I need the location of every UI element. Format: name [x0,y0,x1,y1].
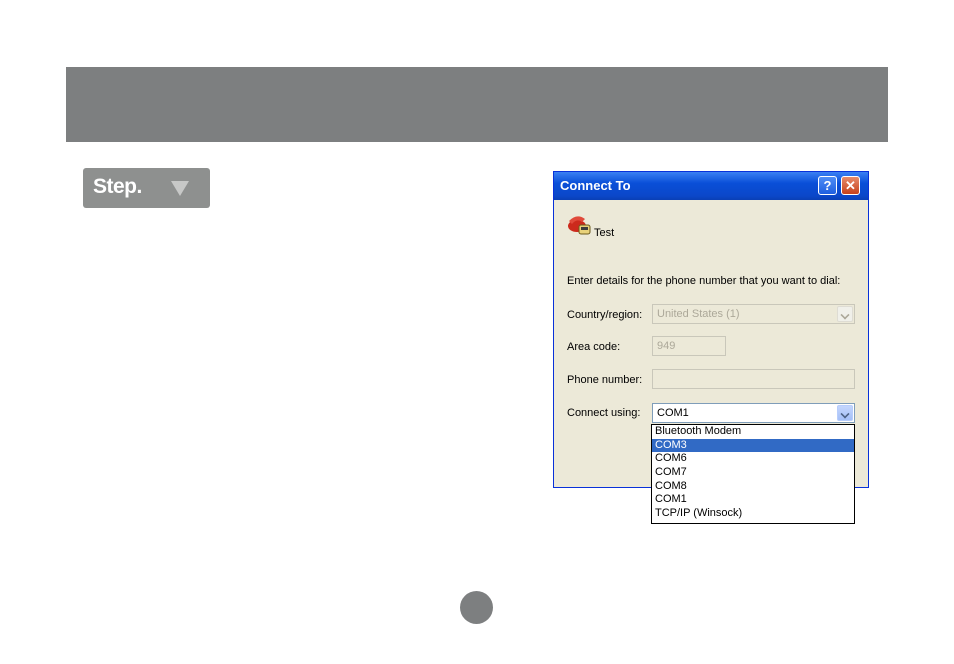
phone-number-label: Phone number: [567,374,643,386]
list-item[interactable]: COM6 [652,452,854,466]
connect-using-select[interactable]: COM1 [652,403,855,423]
connect-using-label: Connect using: [567,407,641,419]
title-bar[interactable]: Connect To ? ✕ [554,172,868,200]
country-label: Country/region: [567,309,643,321]
chevron-down-icon[interactable] [837,405,853,421]
step-badge: Step. [83,168,210,208]
chevron-down-icon[interactable] [837,306,853,322]
list-item[interactable]: COM8 [652,480,854,494]
list-item[interactable]: COM3 [652,438,854,453]
area-code-label: Area code: [567,341,621,353]
list-item[interactable]: COM1 [652,493,854,507]
page-indicator [460,591,493,624]
step-label: Step. [93,175,142,198]
dialog-title: Connect To [560,178,631,193]
area-code-value: 949 [657,340,676,352]
country-select[interactable]: United States (1) [652,304,855,324]
header-band [66,67,888,142]
list-item[interactable]: COM7 [652,466,854,480]
phone-icon [568,216,591,235]
close-icon[interactable]: ✕ [841,176,860,195]
connection-name: Test [594,227,615,239]
area-code-field[interactable]: 949 [652,336,726,356]
list-item[interactable]: TCP/IP (Winsock) [652,507,854,521]
connect-using-options[interactable]: Bluetooth Modem COM3 COM6 COM7 COM8 COM1… [651,424,855,524]
list-item[interactable]: Bluetooth Modem [652,425,854,439]
help-icon[interactable]: ? [818,176,837,195]
country-value: United States (1) [657,308,740,320]
intro-text: Enter details for the phone number that … [567,275,841,287]
phone-number-field[interactable] [652,369,855,389]
connect-using-value: COM1 [657,407,689,419]
triangle-down-icon [171,181,189,196]
